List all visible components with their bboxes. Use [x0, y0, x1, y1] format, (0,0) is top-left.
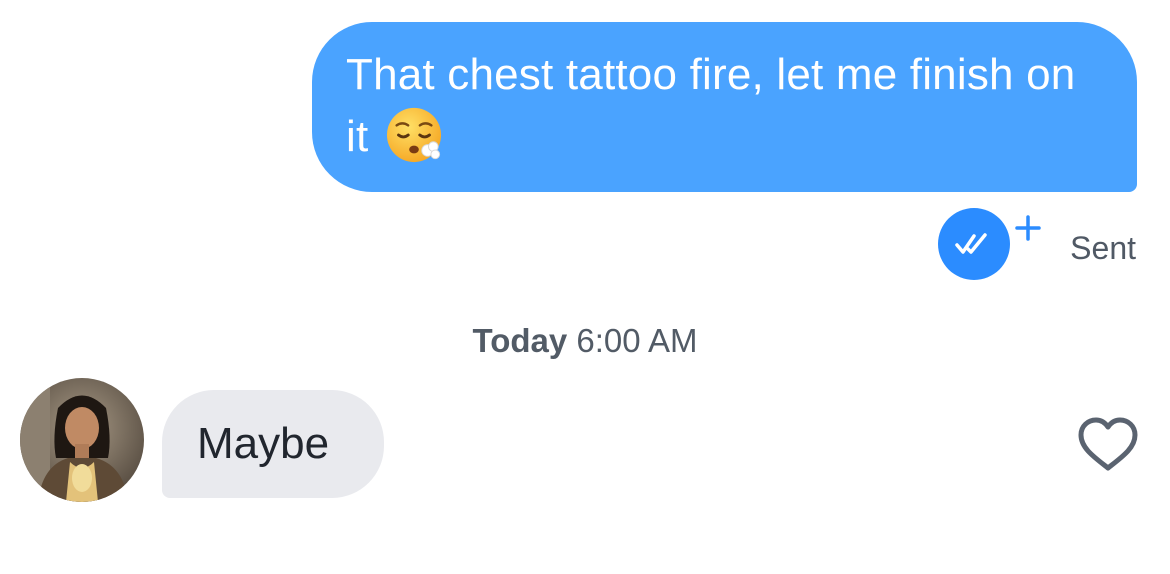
sent-message-bubble[interactable]: That chest tattoo fire, let me finish on…	[312, 22, 1137, 192]
message-status-label: Sent	[1070, 230, 1136, 266]
received-message-text: Maybe	[197, 419, 330, 468]
plus-icon	[1015, 215, 1041, 241]
timestamp-time: 6:00 AM	[576, 322, 698, 359]
avatar-photo	[20, 378, 144, 502]
sent-message-text: That chest tattoo fire, let me finish on…	[346, 50, 1076, 161]
avatar[interactable]	[20, 378, 144, 502]
heart-outline-icon[interactable]	[1076, 416, 1140, 474]
face-exhaling-emoji	[386, 108, 441, 163]
double-check-icon	[955, 233, 987, 254]
timestamp-divider: Today 6:00 AM	[0, 322, 1170, 360]
received-message-bubble[interactable]: Maybe	[162, 390, 384, 498]
timestamp-day: Today	[472, 322, 568, 359]
read-receipt-button[interactable]	[938, 208, 1010, 280]
